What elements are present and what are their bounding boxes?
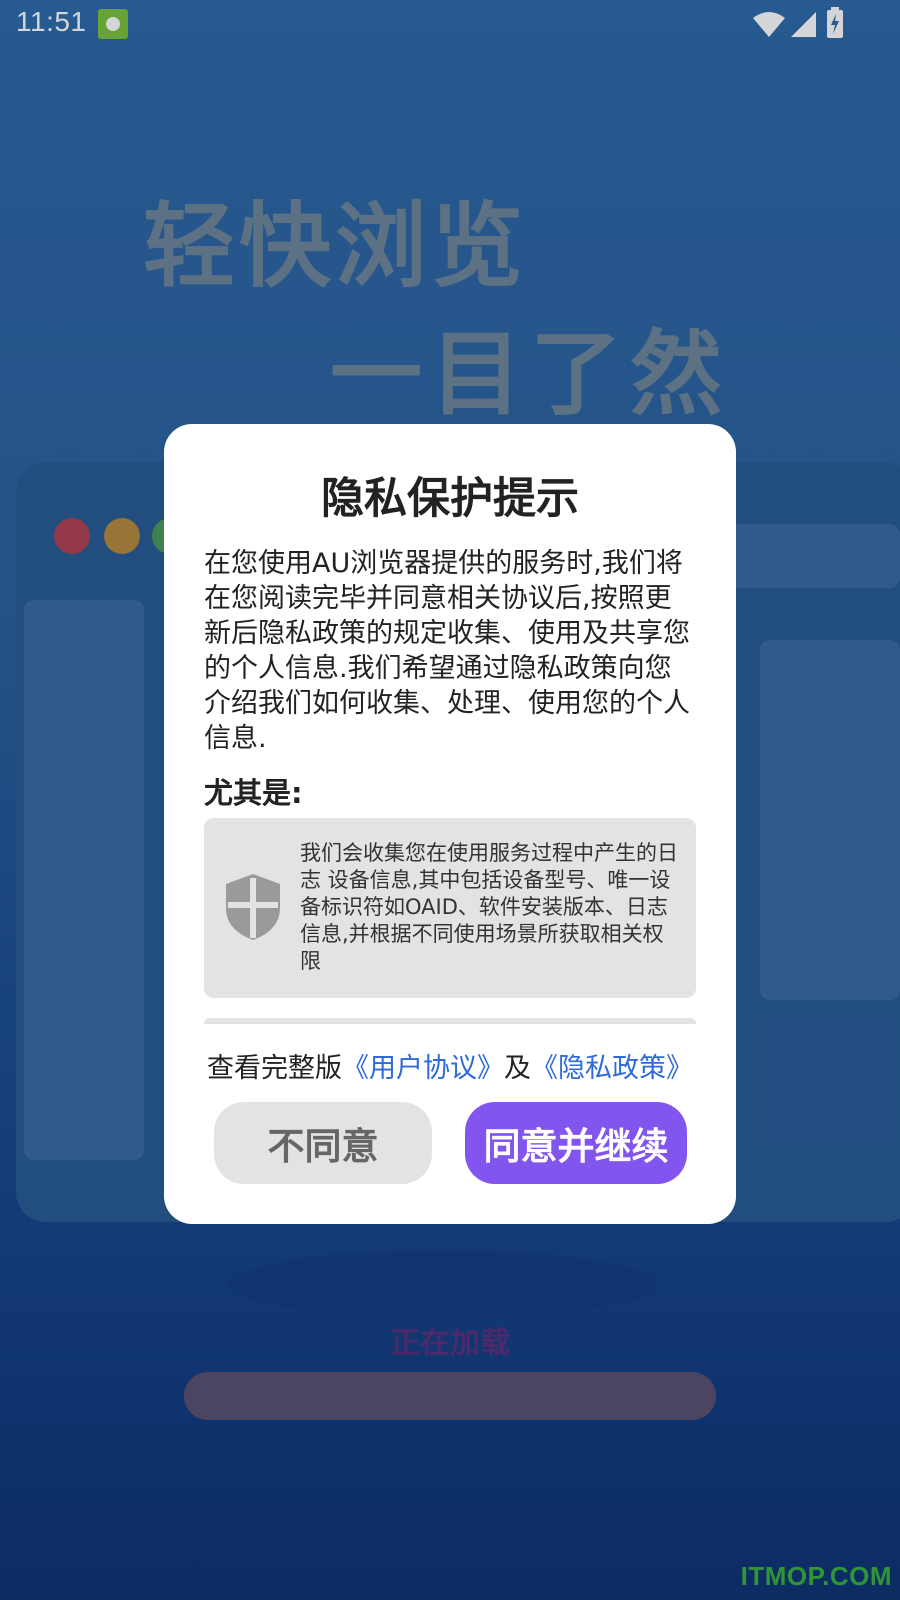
user-agreement-link[interactable]: 《用户协议》 bbox=[342, 1053, 504, 1084]
info-card: 我们会收集您在使用服务过程中产生的日志 设备信息,其中包括设备型号、唯一设备标识… bbox=[204, 818, 696, 998]
info-card-text: 我们会收集您在使用服务过程中产生的日志 设备信息,其中包括设备型号、唯一设备标识… bbox=[300, 841, 678, 973]
links-connector: 及 bbox=[504, 1053, 531, 1084]
dialog-title: 隐私保护提示 bbox=[321, 474, 579, 524]
dialog-body-text: 在您使用AU浏览器提供的服务时,我们将在您阅读完毕并同意相关协议后,按照更新后隐… bbox=[204, 548, 690, 754]
disagree-button[interactable]: 不同意 bbox=[214, 1102, 432, 1184]
links-prefix: 查看完整版 bbox=[207, 1053, 342, 1084]
privacy-policy-link[interactable]: 《隐私政策》 bbox=[531, 1053, 693, 1084]
agree-and-continue-button[interactable]: 同意并继续 bbox=[465, 1102, 687, 1184]
shield-icon bbox=[226, 874, 280, 940]
privacy-dialog: 隐私保护提示 在您使用AU浏览器提供的服务时,我们将在您阅读完毕并同意相关协议后… bbox=[164, 424, 736, 1224]
agreement-links-line: 查看完整版《用户协议》及《隐私政策》 bbox=[164, 1046, 736, 1085]
dialog-subtitle: 尤其是: bbox=[204, 776, 303, 810]
next-info-card-edge[interactable] bbox=[204, 1018, 696, 1024]
